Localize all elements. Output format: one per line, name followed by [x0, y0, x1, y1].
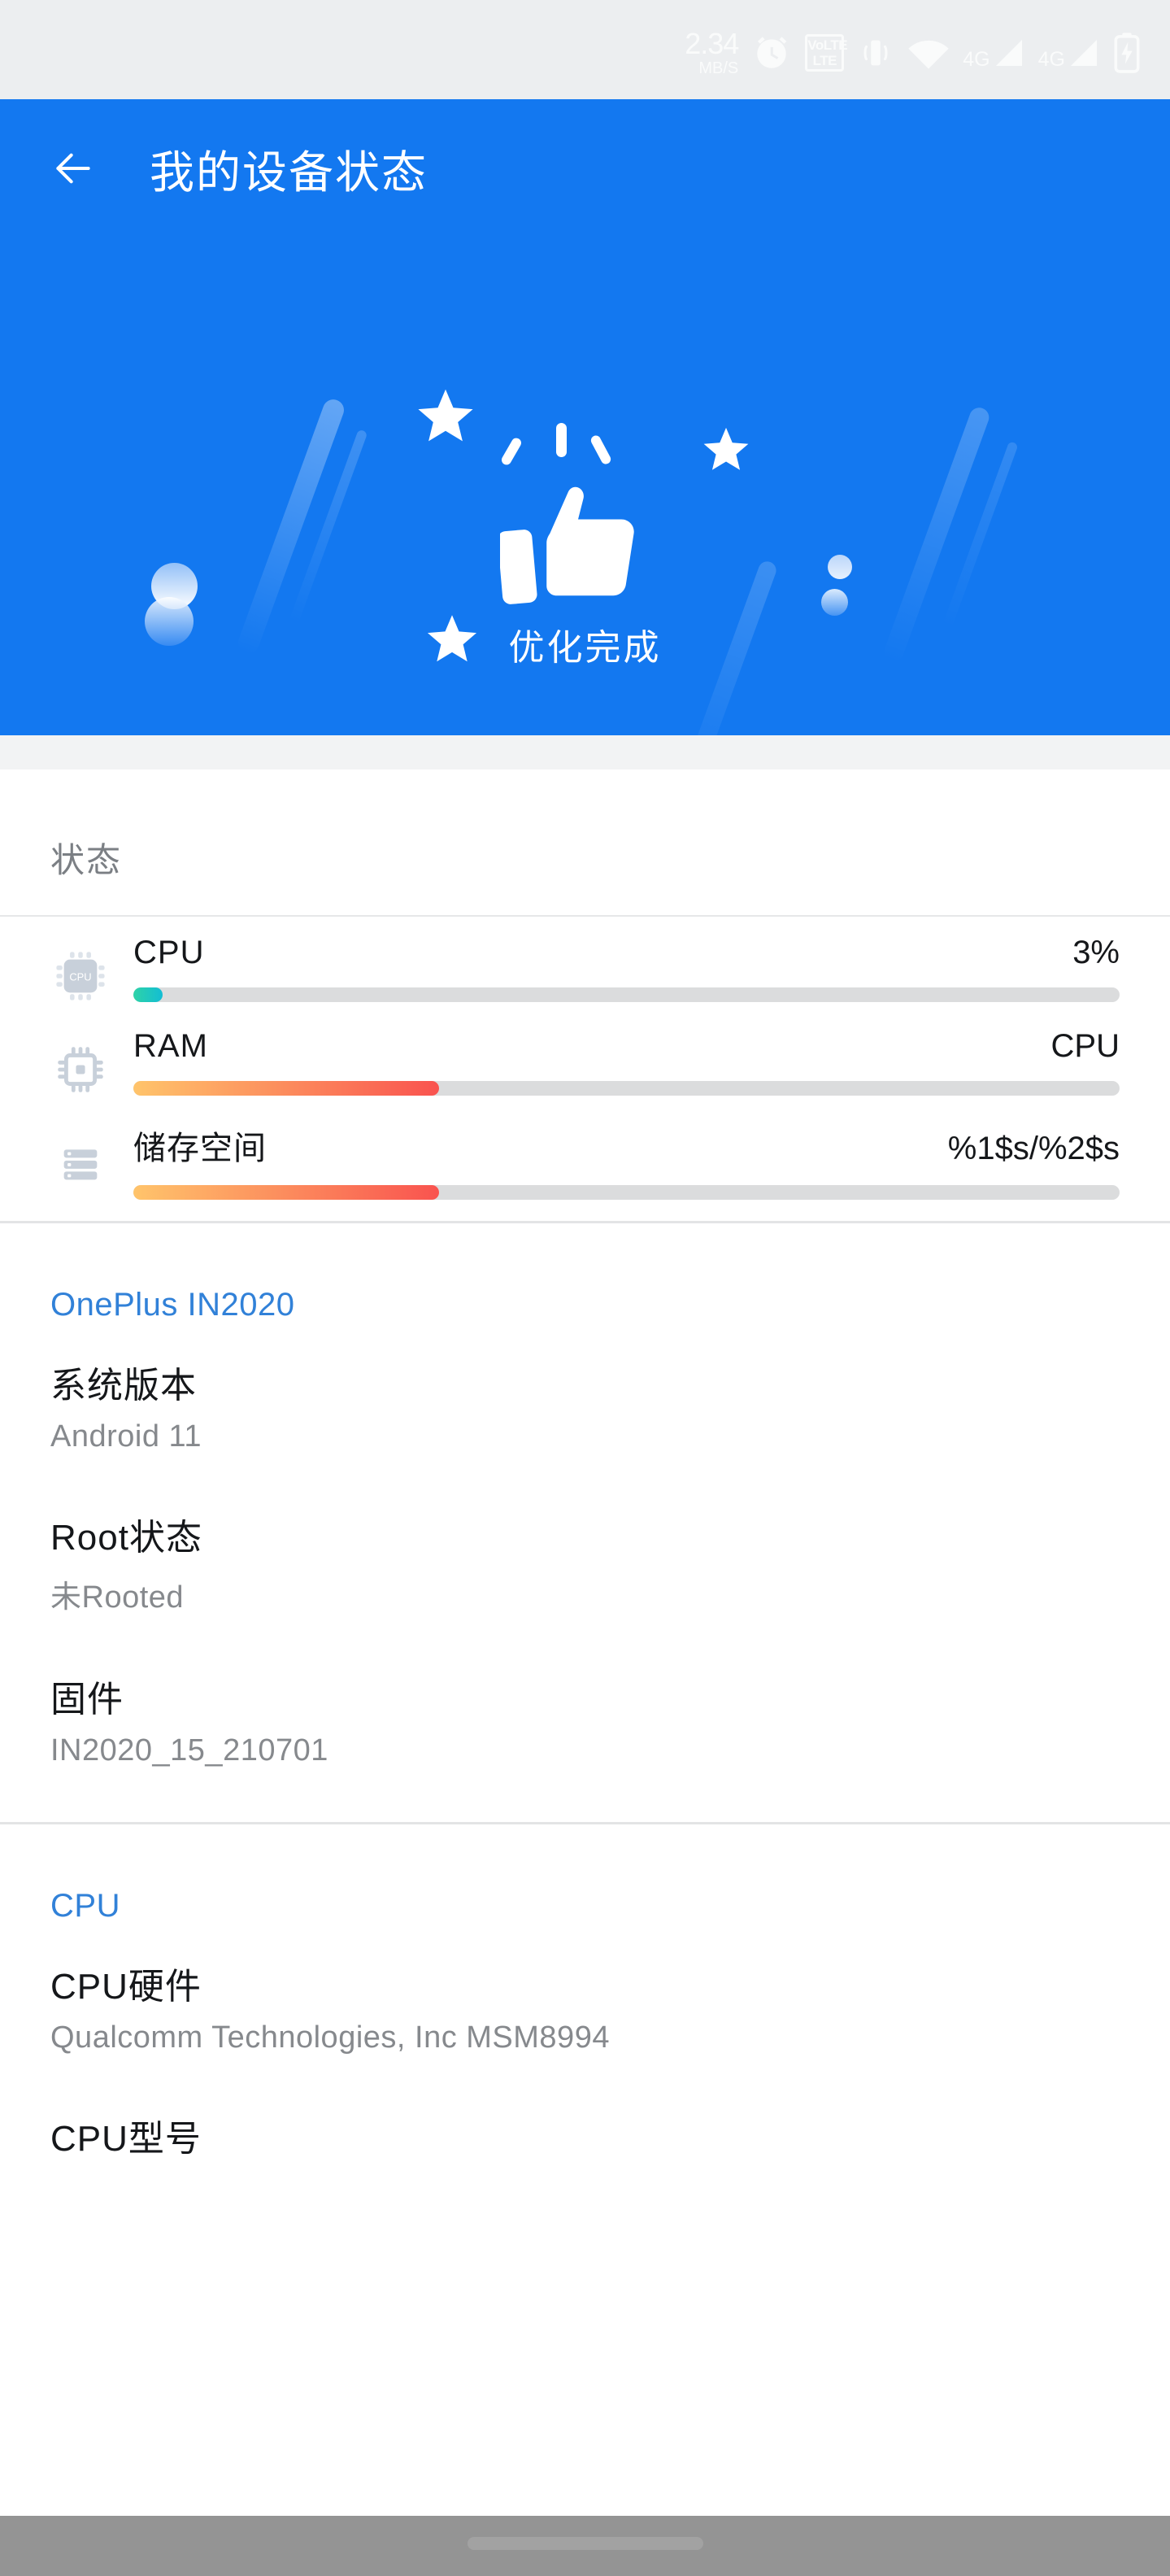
status-row-label: CPU — [133, 935, 205, 970]
status-row-body: CPU 3% — [133, 935, 1120, 1002]
signal-4g-sim2-icon: 4G — [1038, 36, 1100, 70]
status-row-line: CPU 3% — [133, 935, 1120, 971]
detail-item-cpu-hardware[interactable]: CPU硬件 Qualcomm Technologies, Inc MSM8994 — [50, 1957, 1120, 2109]
detail-value: IN2020_15_210701 — [50, 1733, 328, 1767]
storage-stack-icon — [50, 1122, 111, 1197]
app-bar: 我的设备状态 — [0, 99, 1170, 238]
device-model-title: OnePlus IN2020 — [50, 1287, 295, 1323]
status-section-header: 状态 — [0, 769, 1170, 915]
home-indicator[interactable] — [467, 2537, 703, 2550]
status-row-progress-fill — [133, 1081, 440, 1096]
detail-label: Root状态 — [50, 1518, 202, 1558]
network-speed-unit: MB/S — [698, 59, 739, 77]
detail-label: 系统版本 — [50, 1366, 197, 1406]
page-title: 我的设备状态 — [150, 147, 428, 198]
sim2-network-label: 4G — [1037, 48, 1065, 71]
volte-line-2: LTE — [812, 53, 837, 68]
network-speed-indicator: 2.34 MB/S — [685, 27, 739, 77]
signal-4g-sim1-icon: 4G — [963, 36, 1024, 70]
status-row-line: 储存空间 %1$s/%2$s — [133, 1122, 1120, 1169]
star-icon-top-right — [703, 427, 749, 470]
cpu-chip-icon: CPU — [50, 935, 111, 1010]
status-row-line: RAM CPU — [133, 1028, 1120, 1065]
detail-value: Qualcomm Technologies, Inc MSM8994 — [50, 2020, 610, 2055]
cpu-section: CPU CPU硬件 Qualcomm Technologies, Inc MSM… — [0, 1824, 1170, 2226]
status-section-title: 状态 — [50, 841, 123, 879]
device-section: OnePlus IN2020 系统版本 Android 11 Root状态 未R… — [0, 1223, 1170, 1822]
ram-chip-icon — [50, 1028, 111, 1104]
battery-charging-icon — [1114, 33, 1140, 73]
status-row-body: 储存空间 %1$s/%2$s — [133, 1122, 1120, 1200]
detail-value: Android 11 — [50, 1419, 202, 1454]
detail-label: CPU硬件 — [50, 1967, 202, 2007]
status-row-storage[interactable]: 储存空间 %1$s/%2$s — [0, 1104, 1170, 1200]
status-section: 状态 CPU CPU 3% RAM CPU 储存空间 %1$s/%2$s — [0, 769, 1170, 1221]
cpu-detail-list: CPU硬件 Qualcomm Technologies, Inc MSM8994… — [0, 1957, 1170, 2226]
status-row-progress-track — [133, 987, 1120, 1002]
wifi-icon — [908, 40, 949, 69]
volte-icon: VoLTE LTE — [805, 34, 848, 72]
status-row-progress-fill — [133, 987, 163, 1002]
detail-item-root-status[interactable]: Root状态 未Rooted — [50, 1508, 1120, 1670]
vibrate-icon — [863, 40, 888, 66]
status-row-value: CPU — [1050, 1028, 1120, 1064]
svg-text:CPU: CPU — [69, 971, 91, 983]
status-bar-icons: 2.34 MB/S VoLTE LTE 4G 4G — [685, 0, 1141, 99]
glow-dot-4 — [821, 589, 848, 616]
status-row-label: RAM — [133, 1028, 208, 1064]
hero-banner: 我的设备状态 优化完成 — [0, 99, 1170, 735]
status-row-value: 3% — [1072, 935, 1120, 970]
glow-dot-3 — [828, 555, 852, 579]
sim1-network-label: 4G — [963, 48, 990, 71]
detail-item-cpu-model[interactable]: CPU型号 — [50, 2109, 1120, 2226]
system-navigation-bar — [0, 2516, 1170, 2576]
status-row-progress-fill — [133, 1185, 440, 1200]
status-row-ram[interactable]: RAM CPU — [0, 1010, 1170, 1104]
status-row-list: CPU CPU 3% RAM CPU 储存空间 %1$s/%2$s — [0, 917, 1170, 1221]
detail-item-system-version[interactable]: 系统版本 Android 11 — [50, 1356, 1120, 1508]
device-status-screen: 2.34 MB/S VoLTE LTE 4G 4G 我的设备状态 优化完成 状态… — [0, 0, 1170, 2576]
sparkle-tick-right — [589, 434, 613, 466]
alarm-icon — [757, 37, 787, 68]
status-row-value: %1$s/%2$s — [947, 1131, 1120, 1166]
status-row-cpu[interactable]: CPU CPU 3% — [0, 917, 1170, 1010]
status-row-body: RAM CPU — [133, 1028, 1120, 1096]
network-speed-value: 2.34 — [685, 27, 739, 60]
detail-label: 固件 — [50, 1680, 124, 1720]
sparkle-tick-left — [499, 436, 524, 467]
optimization-status-text: 优化完成 — [508, 628, 662, 668]
sparkle-tick-center — [556, 423, 567, 457]
back-arrow-icon[interactable] — [50, 146, 96, 191]
detail-label: CPU型号 — [50, 2119, 202, 2159]
device-section-header: OnePlus IN2020 — [0, 1223, 1170, 1356]
status-row-progress-track — [133, 1081, 1120, 1096]
thumbs-up-icon — [500, 486, 634, 604]
status-row-label: 储存空间 — [133, 1131, 267, 1166]
device-detail-list: 系统版本 Android 11 Root状态 未Rooted 固件 IN2020… — [0, 1356, 1170, 1822]
status-bar: 2.34 MB/S VoLTE LTE 4G 4G — [0, 0, 1170, 99]
cpu-section-header: CPU — [0, 1824, 1170, 1957]
detail-item-firmware[interactable]: 固件 IN2020_15_210701 — [50, 1670, 1120, 1822]
volte-line-1: VoLTE — [807, 37, 848, 53]
star-icon-top-left — [418, 389, 473, 442]
status-row-progress-track — [133, 1185, 1120, 1200]
detail-value: 未Rooted — [50, 1580, 185, 1615]
section-gap-1 — [0, 735, 1170, 769]
cpu-section-title: CPU — [50, 1888, 120, 1924]
